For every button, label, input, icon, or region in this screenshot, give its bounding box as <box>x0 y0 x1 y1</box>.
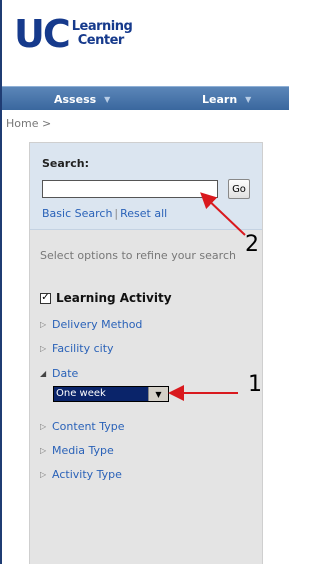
refine-hint: Select options to refine your search <box>40 249 236 262</box>
logo-line-1: Learning <box>71 19 133 34</box>
refine-panel: Search: Go Basic Search | Reset all Sele… <box>29 142 263 564</box>
logo-line-2: Center <box>77 33 125 48</box>
learning-activity-facet[interactable]: ✓ Learning Activity <box>40 291 172 305</box>
nav-learn-label: Learn <box>202 92 238 106</box>
link-separator: | <box>114 207 119 220</box>
facet-date[interactable]: ◢ Date <box>40 367 78 380</box>
dropdown-arrow-icon[interactable]: ▼ <box>148 387 168 401</box>
breadcrumb[interactable]: Home > <box>6 117 51 130</box>
date-range-selected-value: One week <box>54 387 148 401</box>
annotation-number-2: 2 <box>245 232 259 257</box>
facet-facility-city[interactable]: ▷ Facility city <box>40 342 114 355</box>
expand-triangle-icon: ▷ <box>40 344 47 353</box>
date-range-dropdown[interactable]: One week ▼ <box>53 386 169 402</box>
search-label: Search: <box>42 157 89 170</box>
search-links: Basic Search | Reset all <box>42 207 167 220</box>
logo-text: Learning Center <box>72 20 133 48</box>
top-nav-bar: Assess ▼ Learn ▼ <box>2 86 289 110</box>
annotation-number-1: 1 <box>248 372 262 397</box>
checkbox-checked-icon[interactable]: ✓ <box>40 292 51 304</box>
uc-learning-center-logo: UC Learning Center <box>14 12 133 56</box>
learning-activity-label: Learning Activity <box>56 291 172 305</box>
facet-label: Activity Type <box>52 468 122 481</box>
search-input[interactable] <box>42 180 218 198</box>
expand-triangle-icon: ▷ <box>40 320 47 329</box>
facet-content-type[interactable]: ▷ Content Type <box>40 420 125 433</box>
chevron-down-icon: ▼ <box>104 94 111 104</box>
facet-label: Delivery Method <box>52 318 143 331</box>
reset-all-link[interactable]: Reset all <box>120 207 167 220</box>
facet-label: Date <box>52 367 79 380</box>
facet-label: Facility city <box>52 342 114 355</box>
facet-delivery-method[interactable]: ▷ Delivery Method <box>40 318 142 331</box>
facet-media-type[interactable]: ▷ Media Type <box>40 444 114 457</box>
expand-triangle-icon: ▷ <box>40 470 47 479</box>
collapse-triangle-icon: ◢ <box>40 369 47 378</box>
nav-learn-menu[interactable]: Learn ▼ <box>202 87 251 111</box>
logo-mark: UC <box>14 12 71 56</box>
facet-activity-type[interactable]: ▷ Activity Type <box>40 468 122 481</box>
page-frame: UC Learning Center Assess ▼ Learn ▼ Home… <box>0 0 289 564</box>
basic-search-link[interactable]: Basic Search <box>42 207 112 220</box>
search-box: Search: Go Basic Search | Reset all <box>30 143 262 230</box>
expand-triangle-icon: ▷ <box>40 422 47 431</box>
facet-label: Media Type <box>52 444 114 457</box>
nav-assess-label: Assess <box>54 92 97 106</box>
expand-triangle-icon: ▷ <box>40 446 47 455</box>
go-button[interactable]: Go <box>228 179 250 199</box>
nav-assess-menu[interactable]: Assess ▼ <box>54 87 110 111</box>
chevron-down-icon: ▼ <box>245 94 252 104</box>
facet-label: Content Type <box>52 420 125 433</box>
